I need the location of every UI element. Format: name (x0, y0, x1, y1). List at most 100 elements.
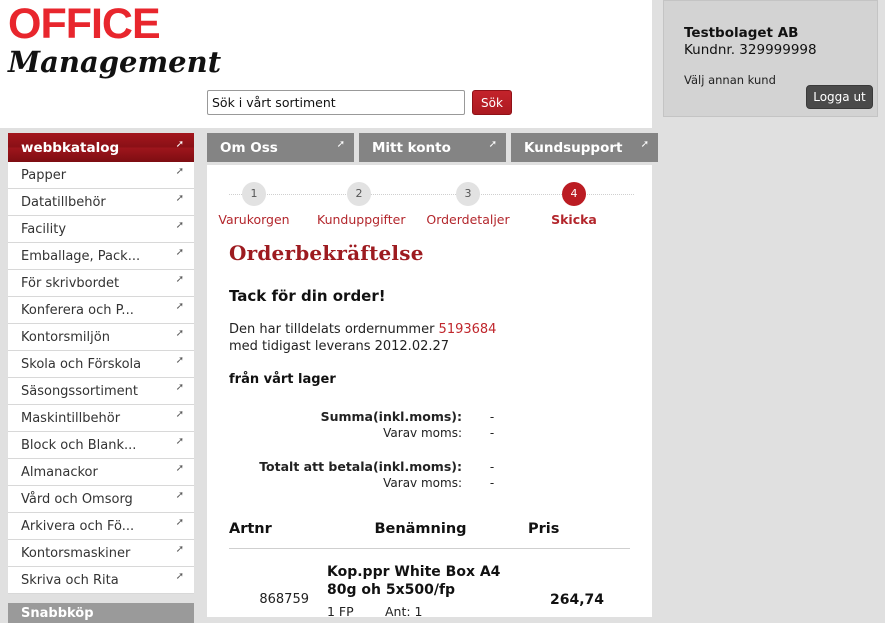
arrow-right-icon: ➚ (175, 544, 184, 555)
switch-customer-link[interactable]: Välj annan kund (684, 73, 776, 87)
table-row: 868759 Kop.ppr White Box A4 80g oh 5x500/… (229, 549, 630, 617)
arrow-right-icon: ➚ (175, 138, 184, 150)
stepper-number[interactable]: 2 (347, 182, 371, 206)
from-stock-text: från vårt lager (229, 372, 336, 387)
sidebar-header-label: webbkatalog (21, 139, 120, 156)
arrow-right-icon: ➚ (175, 193, 184, 204)
nav-tab-label: Kundsupport (524, 139, 623, 156)
sidebar-item-15[interactable]: Skriva och Rita ➚ (8, 567, 194, 594)
sidebar-item-11[interactable]: Almanackor ➚ (8, 459, 194, 486)
total-label: Varav moms: (383, 476, 462, 490)
sidebar-item-1[interactable]: Datatillbehör ➚ (8, 189, 194, 216)
cell-pris: 264,74 (549, 591, 604, 608)
sidebar-item-8[interactable]: Säsongssortiment ➚ (8, 378, 194, 405)
arrow-right-icon: ➚ (175, 517, 184, 528)
arrow-right-icon: ➚ (175, 355, 184, 366)
sidebar-item-label: Emballage, Pack... (21, 248, 141, 264)
sidebar-item-label: Facility (21, 221, 67, 237)
sidebar-item-label: För skrivbordet (21, 275, 120, 291)
cell-benamning: Kop.ppr White Box A4 80g oh 5x500/fp 1 FP… (321, 549, 520, 617)
search-button[interactable]: Sök (472, 90, 512, 115)
sidebar-item-label: Block och Blank... (21, 437, 137, 453)
sidebar-header-webbkatalog[interactable]: webbkatalog ➚ (8, 133, 194, 162)
search-input[interactable] (207, 90, 465, 115)
totals-spacer (229, 441, 630, 459)
order-assigned-text: Den har tilldelats ordernummer 5193684 m… (229, 321, 630, 355)
nav-tab-0[interactable]: Om Oss ➚ (207, 133, 354, 162)
customer-info-box: Testbolaget AB Kundnr. 329999998 Välj an… (663, 0, 878, 117)
sidebar-footer-snabbkop[interactable]: Snabbköp (8, 603, 194, 623)
nav-tab-1[interactable]: Mitt konto ➚ (359, 133, 506, 162)
sidebar-item-label: Skriva och Rita (21, 572, 119, 588)
arrow-right-icon: ➚ (175, 463, 184, 474)
sidebar-item-6[interactable]: Kontorsmiljön ➚ (8, 324, 194, 351)
sidebar-item-12[interactable]: Vård och Omsorg ➚ (8, 486, 194, 513)
stepper-step-4[interactable]: 4 Skicka (532, 182, 616, 227)
search-bar: Sök (207, 90, 512, 115)
stepper-number[interactable]: 1 (242, 182, 266, 206)
sidebar-item-13[interactable]: Arkivera och Fö... ➚ (8, 513, 194, 540)
sidebar-item-9[interactable]: Maskintillbehör ➚ (8, 405, 194, 432)
nav-tab-2[interactable]: Kundsupport ➚ (511, 133, 658, 162)
arrow-right-icon: ➚ (488, 138, 497, 150)
arrow-right-icon: ➚ (175, 247, 184, 258)
product-unit: 1 FP (327, 604, 354, 617)
table-header-row: Artnr Benämning Pris (229, 521, 630, 549)
stepper-step-1[interactable]: 1 Varukorgen (212, 182, 296, 227)
stepper-number[interactable]: 3 (456, 182, 480, 206)
order-assigned-prefix: Den har tilldelats ordernummer (229, 322, 439, 337)
arrow-right-icon: ➚ (175, 490, 184, 501)
total-value: - (489, 426, 495, 440)
sidebar-item-10[interactable]: Block och Blank... ➚ (8, 432, 194, 459)
arrow-right-icon: ➚ (175, 220, 184, 231)
stepper-label[interactable]: Skicka (532, 212, 616, 227)
sidebar-item-2[interactable]: Facility ➚ (8, 216, 194, 243)
stepper-label[interactable]: Kunduppgifter (317, 212, 405, 227)
nav-tab-label: Om Oss (220, 139, 278, 156)
sidebar-item-3[interactable]: Emballage, Pack... ➚ (8, 243, 194, 270)
stepper-label[interactable]: Varukorgen (212, 212, 296, 227)
order-totals: Summa(inkl.moms): - Varav moms: - Totalt att… (229, 409, 630, 491)
arrow-right-icon: ➚ (175, 166, 184, 177)
stepper-step-3[interactable]: 3 Orderdetaljer (426, 182, 510, 227)
stepper-step-2[interactable]: 2 Kunduppgifter (317, 182, 405, 227)
sidebar-item-label: Maskintillbehör (21, 410, 121, 426)
thanks-heading: Tack för din order! (229, 287, 386, 305)
nav-tab-label: Mitt konto (372, 139, 451, 156)
sidebar-item-14[interactable]: Kontorsmaskiner ➚ (8, 540, 194, 567)
delivery-line: med tidigast leverans 2012.02.27 (229, 339, 450, 354)
product-unit-qty: 1 FP Ant: 1 (327, 604, 519, 617)
sidebar-item-label: Skola och Förskola (21, 356, 142, 372)
sidebar-item-0[interactable]: Papper ➚ (8, 162, 194, 189)
logo-management-text: Management (8, 45, 222, 79)
sidebar-footer-label: Snabbköp (21, 605, 94, 621)
order-number: 5193684 (438, 322, 497, 337)
page-title: Orderbekräftelse (229, 241, 424, 265)
sidebar: webbkatalog ➚ Papper ➚ Datatillbehör ➚ Facil… (8, 133, 194, 623)
column-header-benamning: Benämning (321, 521, 520, 549)
sidebar-item-5[interactable]: Konferera och P... ➚ (8, 297, 194, 324)
sidebar-item-4[interactable]: För skrivbordet ➚ (8, 270, 194, 297)
arrow-right-icon: ➚ (175, 301, 184, 312)
customer-number: Kundnr. 329999998 (684, 42, 817, 58)
logo-office-text: OFFICE (8, 0, 161, 48)
sidebar-item-label: Kontorsmaskiner (21, 545, 131, 561)
total-row-2: Totalt att betala(inkl.moms): - (229, 459, 630, 475)
site-logo[interactable]: OFFICE Management (8, 0, 222, 79)
column-header-pris: Pris (520, 521, 630, 549)
arrow-right-icon: ➚ (640, 138, 649, 150)
arrow-right-icon: ➚ (175, 409, 184, 420)
logout-button[interactable]: Logga ut (806, 85, 873, 109)
total-value: - (489, 410, 495, 424)
stepper-label[interactable]: Orderdetaljer (426, 212, 510, 227)
sidebar-item-label: Kontorsmiljön (21, 329, 110, 345)
sidebar-item-label: Säsongssortiment (21, 383, 138, 399)
stepper-number[interactable]: 4 (562, 182, 586, 206)
sidebar-item-label: Konferera och P... (21, 302, 134, 318)
sidebar-item-label: Papper (21, 167, 67, 183)
total-value: - (489, 476, 495, 490)
main-content-panel: 1 Varukorgen 2 Kunduppgifter 3 Orderdetaljer 4… (207, 165, 652, 617)
sidebar-item-7[interactable]: Skola och Förskola ➚ (8, 351, 194, 378)
total-value: - (489, 460, 495, 474)
total-label: Totalt att betala(inkl.moms): (259, 459, 462, 474)
